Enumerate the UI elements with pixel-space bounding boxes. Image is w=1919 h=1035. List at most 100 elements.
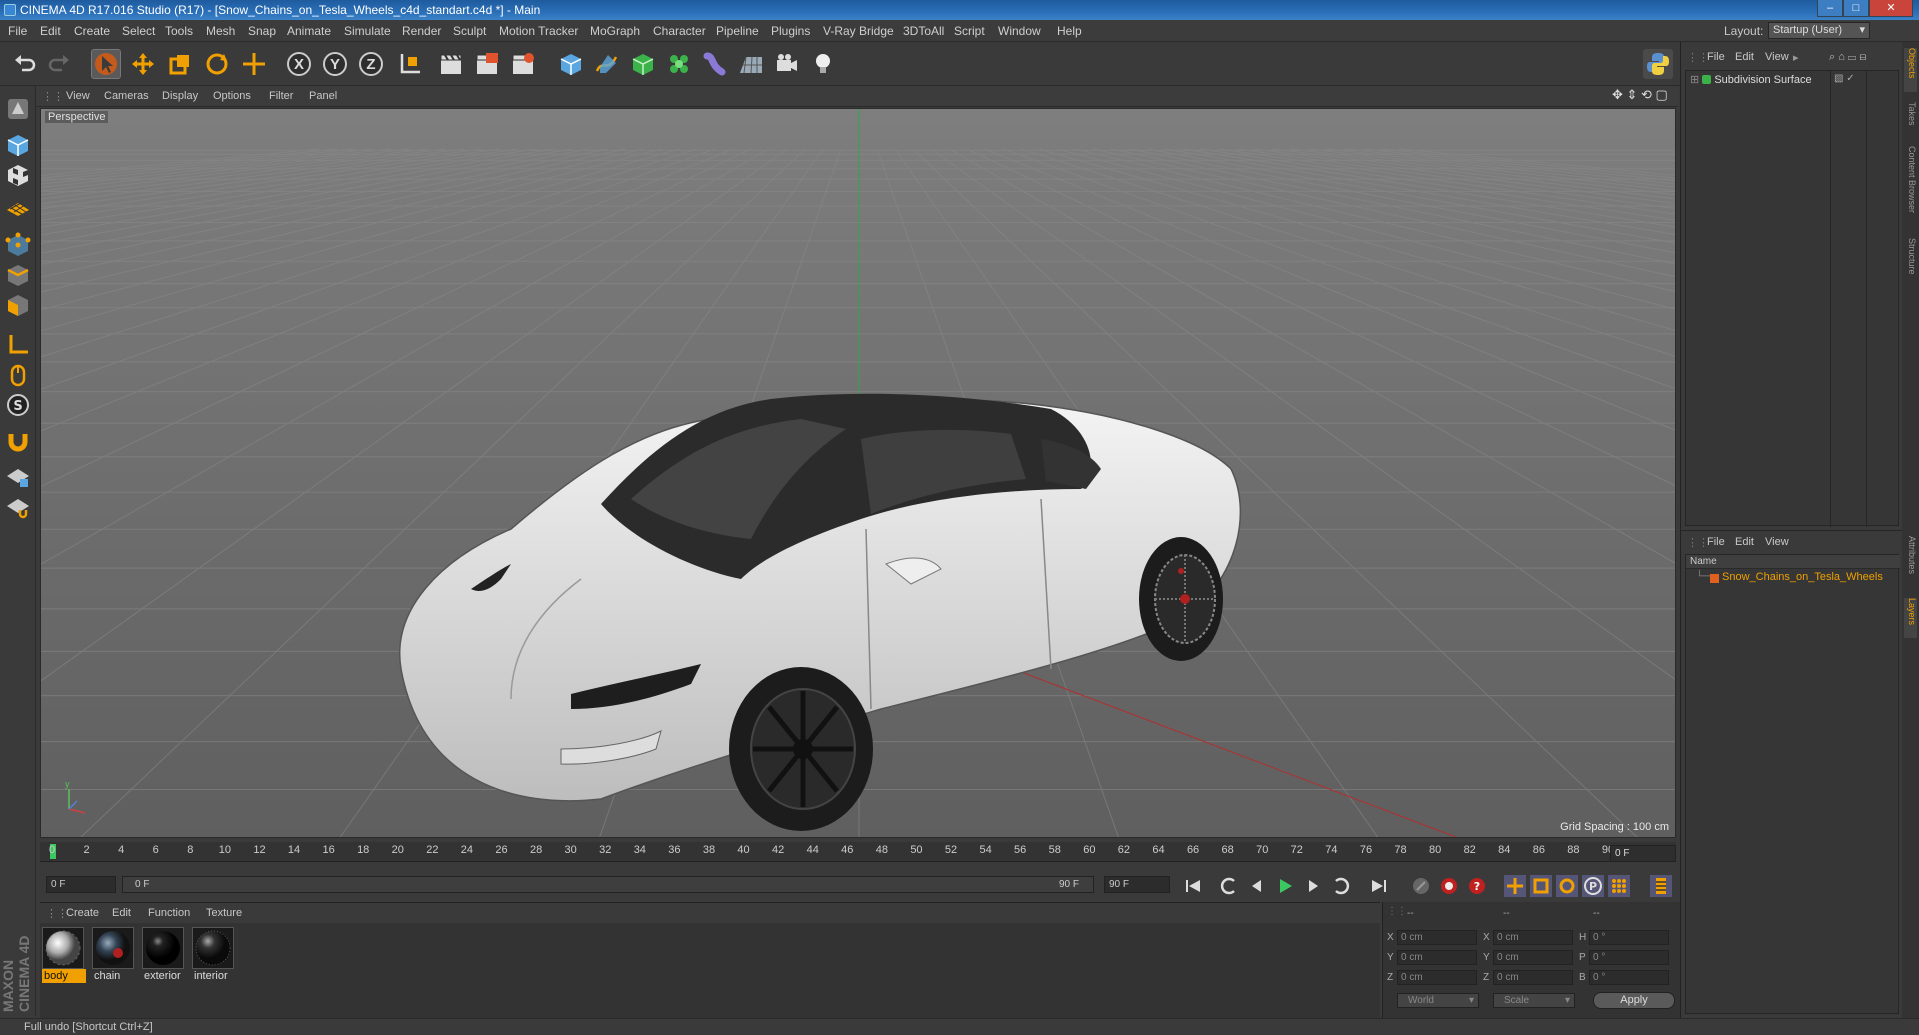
menu-file[interactable]: File: [8, 24, 27, 38]
viewport-menu-options[interactable]: Options: [213, 90, 251, 102]
perspective-viewport[interactable]: y Perspective Grid Spacing : 100 cm: [40, 108, 1676, 838]
menu-script[interactable]: Script: [954, 24, 985, 38]
material-menu-create[interactable]: Create: [66, 907, 99, 919]
size-mode-select[interactable]: Scale ▾: [1493, 993, 1575, 1008]
material-menu-texture[interactable]: Texture: [206, 907, 242, 919]
position-x-field[interactable]: 0 cm: [1397, 930, 1477, 945]
viewport-scene[interactable]: y: [41, 109, 1676, 838]
rotation-h-field[interactable]: 0 °: [1589, 930, 1669, 945]
tab-structure[interactable]: Structure: [1904, 238, 1917, 292]
layout-select[interactable]: Startup (User) ▾: [1768, 22, 1870, 39]
autokeying-button[interactable]: [1438, 875, 1460, 897]
viewport-menu-cameras[interactable]: Cameras: [104, 90, 149, 102]
size-x-field[interactable]: 0 cm: [1493, 930, 1573, 945]
rotation-b-field[interactable]: 0 °: [1589, 970, 1669, 985]
minimize-button[interactable]: –: [1817, 0, 1843, 17]
layer-menu-file[interactable]: File: [1707, 536, 1725, 548]
menu-help[interactable]: Help: [1057, 24, 1082, 38]
add-deformer-button[interactable]: [700, 49, 730, 79]
object-row[interactable]: ⊞ Subdivision Surface: [1690, 73, 1812, 86]
workplane-mode-button[interactable]: [3, 190, 33, 220]
rotation-p-field[interactable]: 0 °: [1589, 950, 1669, 965]
menu-create[interactable]: Create: [74, 24, 110, 38]
next-frame-button[interactable]: [1302, 875, 1324, 897]
viewport-menu-filter[interactable]: Filter: [269, 90, 293, 102]
object-menu-edit[interactable]: Edit: [1735, 51, 1754, 63]
menu-tools[interactable]: Tools: [165, 24, 193, 38]
menu-edit[interactable]: Edit: [40, 24, 61, 38]
position-key-button[interactable]: [1504, 875, 1526, 897]
object-search-icons[interactable]: ⌕ ⌂ ▭ ⊟: [1829, 51, 1866, 64]
size-z-field[interactable]: 0 cm: [1493, 970, 1573, 985]
coordinate-system-button[interactable]: [395, 49, 425, 79]
viewport-menu-display[interactable]: Display: [162, 90, 198, 102]
add-environment-button[interactable]: [736, 49, 766, 79]
live-selection-tool[interactable]: [91, 49, 121, 79]
keyframe-selection-button[interactable]: ?: [1466, 875, 1488, 897]
menu-mesh[interactable]: Mesh: [206, 24, 235, 38]
apply-button[interactable]: Apply: [1593, 992, 1675, 1009]
viewport-nav-icons[interactable]: ✥ ⇕ ⟲ ▢: [1612, 87, 1668, 103]
menu-motion-tracker[interactable]: Motion Tracker: [499, 24, 578, 38]
planar-workplane-button[interactable]: [3, 492, 33, 522]
tab-attributes[interactable]: Attributes: [1904, 536, 1917, 592]
timeline-window-button[interactable]: [1650, 875, 1672, 897]
start-frame-field[interactable]: 0 F: [46, 876, 116, 893]
add-light-button[interactable]: [808, 49, 838, 79]
render-picture-viewer-button[interactable]: [472, 49, 502, 79]
go-to-end-button[interactable]: [1368, 875, 1390, 897]
timeline-ruler[interactable]: 0 2 4 6 8 10 12 14 16 18 20 22 24 26 28 30 32 34 36 38 40 42 4…: [40, 842, 1676, 862]
tab-objects[interactable]: Objects: [1904, 48, 1917, 92]
close-button[interactable]: ✕: [1869, 0, 1913, 17]
polygons-mode-button[interactable]: [3, 290, 33, 320]
y-axis-button[interactable]: Y: [320, 49, 350, 79]
scale-tool[interactable]: [165, 49, 195, 79]
tab-content-browser[interactable]: Content Browser: [1904, 146, 1917, 226]
material-interior[interactable]: interior: [192, 927, 236, 985]
object-menu-view[interactable]: View: [1765, 51, 1789, 63]
material-chain[interactable]: chain: [92, 927, 136, 985]
recent-tool[interactable]: [239, 49, 269, 79]
menu-window[interactable]: Window: [998, 24, 1041, 38]
menu-animate[interactable]: Animate: [287, 24, 331, 38]
magnet-button[interactable]: [3, 426, 33, 456]
add-mograph-button[interactable]: [664, 49, 694, 79]
menu-vray-bridge[interactable]: V-Ray Bridge: [823, 24, 894, 38]
menu-plugins[interactable]: Plugins: [771, 24, 810, 38]
edges-mode-button[interactable]: [3, 260, 33, 290]
current-frame-field[interactable]: 0 F: [1610, 845, 1676, 862]
tab-layers[interactable]: Layers: [1904, 598, 1917, 638]
menu-snap[interactable]: Snap: [248, 24, 276, 38]
scale-key-button[interactable]: [1530, 875, 1552, 897]
tweak-mode-button[interactable]: [3, 360, 33, 390]
next-key-button[interactable]: [1330, 875, 1352, 897]
locked-workplane-button[interactable]: [3, 462, 33, 492]
render-settings-button[interactable]: [508, 49, 538, 79]
play-button[interactable]: [1274, 875, 1296, 897]
python-button[interactable]: [1643, 49, 1673, 79]
points-mode-button[interactable]: [3, 230, 33, 260]
point-level-animation-button[interactable]: [1608, 875, 1630, 897]
layer-menu-view[interactable]: View: [1765, 536, 1789, 548]
texture-mode-button[interactable]: [3, 160, 33, 190]
layer-row[interactable]: Snow_Chains_on_Tesla_Wheels: [1722, 571, 1883, 583]
tab-takes[interactable]: Takes: [1904, 102, 1917, 138]
menu-character[interactable]: Character: [653, 24, 706, 38]
coordinate-mode-select[interactable]: World ▾: [1397, 993, 1479, 1008]
position-z-field[interactable]: 0 cm: [1397, 970, 1477, 985]
axis-mode-button[interactable]: [3, 330, 33, 360]
object-menu-file[interactable]: File: [1707, 51, 1725, 63]
layer-menu-edit[interactable]: Edit: [1735, 536, 1754, 548]
menu-sculpt[interactable]: Sculpt: [453, 24, 486, 38]
material-body[interactable]: body: [42, 927, 86, 985]
material-menu-edit[interactable]: Edit: [112, 907, 131, 919]
snap-button[interactable]: S: [3, 390, 33, 420]
move-tool[interactable]: [128, 49, 158, 79]
menu-3dtoall[interactable]: 3DToAll: [903, 24, 944, 38]
menu-select[interactable]: Select: [122, 24, 155, 38]
previous-frame-button[interactable]: [1246, 875, 1268, 897]
render-view-button[interactable]: [436, 49, 466, 79]
menu-pipeline[interactable]: Pipeline: [716, 24, 759, 38]
x-axis-button[interactable]: X: [284, 49, 314, 79]
make-editable-button[interactable]: [3, 94, 33, 124]
